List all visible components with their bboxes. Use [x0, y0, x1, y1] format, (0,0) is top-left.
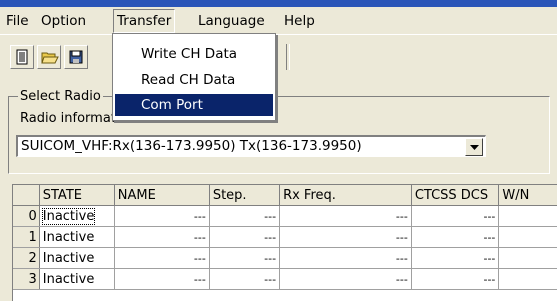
rx-freq-cell[interactable]: ---	[279, 205, 412, 227]
open-folder-icon	[41, 52, 59, 64]
select-radio-title: Select Radio	[18, 89, 103, 104]
read-ch-data-label: Read CH Data	[141, 72, 236, 88]
row-index: 1	[13, 226, 40, 248]
ctcss-cell[interactable]: ---	[411, 205, 500, 227]
rx-freq-cell[interactable]: ---	[279, 247, 412, 269]
name-cell[interactable]: ---	[114, 268, 210, 290]
window-title-strip	[0, 0, 557, 7]
column-header-step[interactable]: Step.	[209, 185, 281, 206]
name-cell[interactable]: ---	[114, 226, 210, 248]
ctcss-cell[interactable]: ---	[411, 226, 500, 248]
table-row[interactable]: 1 Inactive --- --- --- ---	[13, 226, 557, 248]
wn-cell[interactable]	[498, 205, 557, 227]
wn-cell[interactable]	[498, 268, 557, 290]
column-header-wn[interactable]: W/N	[498, 185, 557, 206]
menu-transfer[interactable]: Transfer	[113, 9, 176, 33]
grid-header-row: STATE NAME Step. Rx Freq. CTCSS DCS W/N	[13, 185, 557, 206]
step-cell[interactable]: ---	[209, 268, 281, 290]
table-row[interactable]: 2 Inactive --- --- --- ---	[13, 247, 557, 269]
ctcss-cell[interactable]: ---	[411, 268, 500, 290]
row-index: 2	[13, 247, 40, 269]
row-index: 0	[13, 205, 40, 227]
menu-transfer-label: Transfer	[117, 13, 172, 29]
menu-item-write-ch-data[interactable]: Write CH Data	[115, 43, 273, 65]
toolbar-divider	[0, 34, 557, 35]
row-index: 3	[13, 268, 40, 290]
menu-file[interactable]: File	[6, 12, 29, 30]
menu-help[interactable]: Help	[284, 12, 315, 30]
grid-corner-cell	[13, 185, 40, 206]
channel-grid[interactable]: STATE NAME Step. Rx Freq. CTCSS DCS W/N …	[12, 184, 557, 301]
name-cell[interactable]: ---	[114, 205, 210, 227]
save-disk-icon	[69, 50, 83, 64]
chevron-down-icon	[470, 145, 479, 150]
state-cell[interactable]: Inactive	[39, 268, 115, 290]
new-document-icon	[16, 49, 28, 65]
new-button[interactable]	[10, 45, 34, 69]
toolbar-separator	[286, 44, 290, 70]
combobox-dropdown-button[interactable]	[465, 138, 483, 156]
menu-bar: File Option Transfer Language Help	[0, 7, 557, 34]
menu-help-label: Help	[284, 13, 315, 29]
open-button[interactable]	[37, 45, 61, 69]
menu-file-label: File	[6, 13, 29, 29]
menu-language-label: Language	[198, 13, 265, 29]
rx-freq-cell[interactable]: ---	[279, 268, 412, 290]
menu-option-label: Option	[41, 13, 87, 29]
column-header-rx-freq[interactable]: Rx Freq.	[279, 185, 412, 206]
column-header-name[interactable]: NAME	[114, 185, 210, 206]
menu-item-com-port[interactable]: Com Port	[115, 94, 273, 116]
name-cell[interactable]: ---	[114, 247, 210, 269]
table-row[interactable]: 0 Inactive --- --- --- ---	[13, 205, 557, 227]
menu-option[interactable]: Option	[41, 12, 86, 30]
rx-freq-cell[interactable]: ---	[279, 226, 412, 248]
menu-language[interactable]: Language	[198, 12, 265, 30]
step-cell[interactable]: ---	[209, 205, 281, 227]
save-button[interactable]	[64, 45, 88, 69]
transfer-dropdown-menu: Write CH Data Read CH Data Com Port	[112, 33, 276, 121]
radio-select-value: SUICOM_VHF:Rx(136-173.9950) Tx(136-173.9…	[21, 138, 362, 154]
state-value: Inactive	[41, 207, 96, 225]
com-port-label: Com Port	[141, 97, 203, 113]
step-cell[interactable]: ---	[209, 226, 281, 248]
wn-cell[interactable]	[498, 226, 557, 248]
radio-select-combobox[interactable]: SUICOM_VHF:Rx(136-173.9950) Tx(136-173.9…	[16, 135, 486, 157]
wn-cell[interactable]	[498, 247, 557, 269]
write-ch-data-label: Write CH Data	[141, 46, 238, 62]
menu-item-read-ch-data[interactable]: Read CH Data	[115, 69, 273, 91]
table-row[interactable]: 3 Inactive --- --- --- ---	[13, 268, 557, 290]
state-cell[interactable]: Inactive	[39, 205, 115, 227]
ctcss-cell[interactable]: ---	[411, 247, 500, 269]
state-cell[interactable]: Inactive	[39, 226, 115, 248]
step-cell[interactable]: ---	[209, 247, 281, 269]
column-header-state[interactable]: STATE	[39, 185, 115, 206]
column-header-ctcss-dcs[interactable]: CTCSS DCS	[411, 185, 500, 206]
state-cell[interactable]: Inactive	[39, 247, 115, 269]
